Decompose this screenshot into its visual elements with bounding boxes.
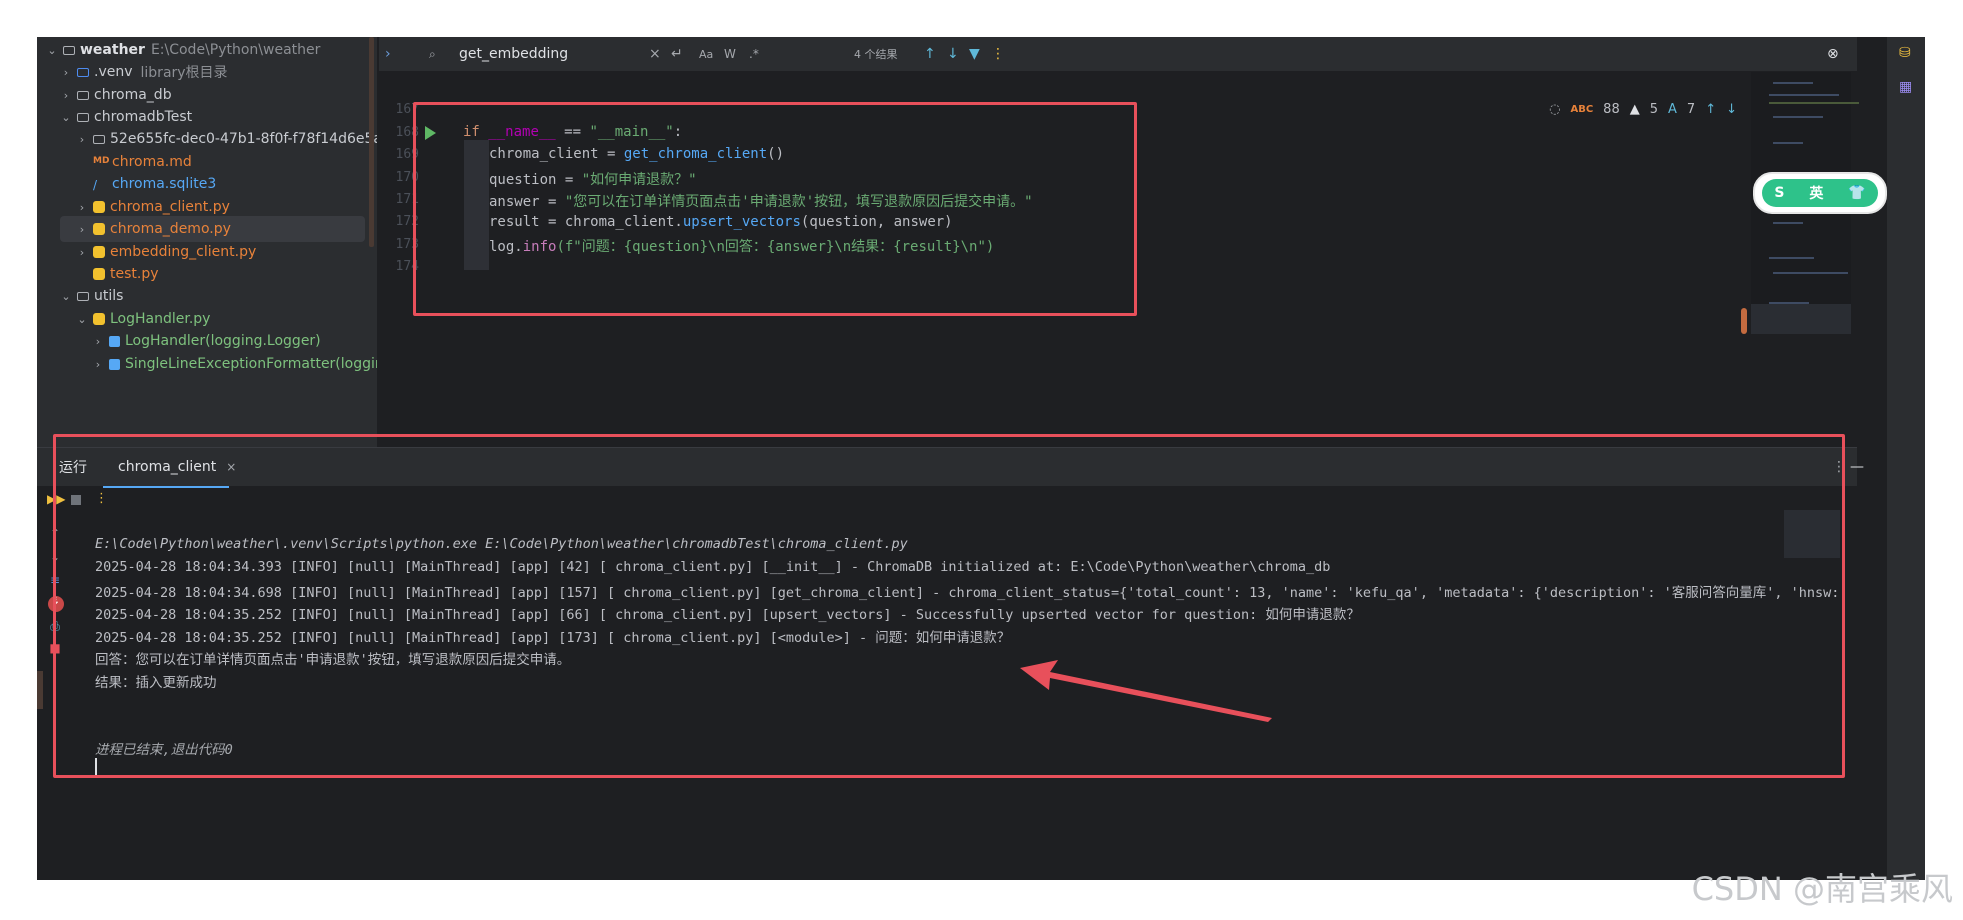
watermark: CSDN @南宫乘风 (1691, 870, 1953, 908)
annotation-arrow (1020, 660, 1272, 722)
